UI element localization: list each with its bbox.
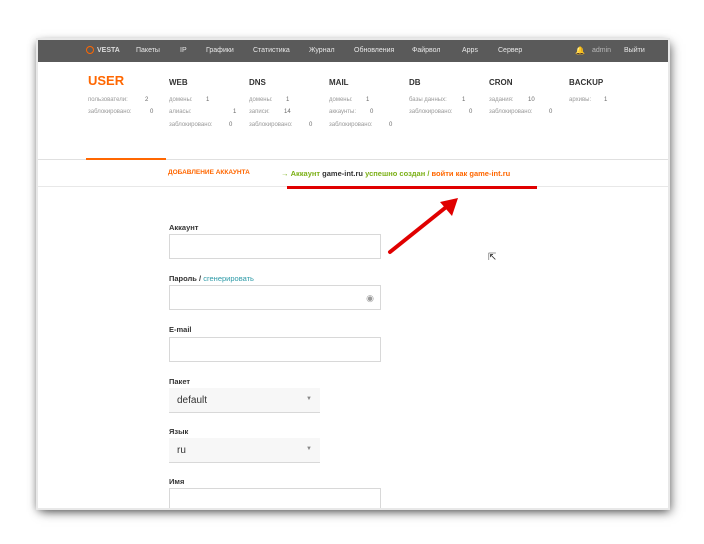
nav-packages[interactable]: Пакеты: [136, 47, 160, 54]
eye-icon[interactable]: ◉: [366, 293, 374, 304]
stat-mail-row: аккаунты: 0: [329, 109, 374, 115]
nav-graphs[interactable]: Графики: [206, 47, 234, 54]
name-label: Имя: [169, 477, 185, 486]
nav-ip[interactable]: IP: [180, 47, 187, 54]
user-name[interactable]: admin: [592, 47, 611, 54]
vesta-logo[interactable]: VESTA: [86, 46, 120, 54]
stat-cron-title[interactable]: CRON: [489, 78, 513, 87]
login-as-link[interactable]: войти как game-int.ru: [432, 169, 511, 178]
language-select[interactable]: ru ▼: [169, 438, 320, 463]
package-label: Пакет: [169, 377, 191, 386]
annotation-underline: [287, 186, 537, 189]
stat-backup-row: архивы: 1: [569, 97, 608, 103]
generate-password-link[interactable]: сгенерировать: [203, 274, 254, 283]
stat-cron-row: задания: 10: [489, 97, 535, 103]
stat-mail-title[interactable]: MAIL: [329, 78, 349, 87]
stat-dns-row: домены: 1: [249, 97, 290, 103]
name-input[interactable]: [169, 488, 381, 508]
success-message: → Аккаунт game-int.ru успешно создан / в…: [281, 169, 511, 178]
stat-dns-row: записи: 14: [249, 109, 291, 115]
stat-user-title[interactable]: USER: [88, 73, 124, 88]
language-label: Язык: [169, 427, 189, 436]
arrow-icon: →: [281, 169, 289, 178]
password-input[interactable]: ◉: [169, 285, 381, 310]
logo-text: VESTA: [97, 46, 120, 54]
email-input[interactable]: [169, 337, 381, 362]
package-select[interactable]: default ▼: [169, 388, 320, 413]
active-tab-indicator: [86, 158, 166, 160]
annotation-arrow-icon: [388, 198, 458, 254]
stat-cron-row: заблокировано: 0: [489, 109, 553, 115]
stat-web-row: заблокировано: 0: [169, 122, 233, 128]
nav-server[interactable]: Сервер: [498, 47, 522, 54]
page-title: ДОБАВЛЕНИЕ АККАУНТА: [168, 169, 250, 176]
stat-db-row: заблокировано: 0: [409, 109, 473, 115]
top-navigation: VESTA Пакеты IP Графики Статистика Журна…: [38, 40, 668, 62]
stat-mail-row: заблокировано: 0: [329, 122, 393, 128]
stat-mail-row: домены: 1: [329, 97, 370, 103]
account-name: game-int.ru: [322, 169, 364, 178]
nav-log[interactable]: Журнал: [309, 47, 335, 54]
chevron-down-icon: ▼: [306, 396, 312, 402]
nav-firewall[interactable]: Файрвол: [412, 47, 440, 54]
vesta-logo-icon: [86, 46, 94, 54]
stat-user-row: заблокировано: 0: [88, 109, 154, 115]
screenshot-frame: VESTA Пакеты IP Графики Статистика Журна…: [38, 40, 668, 508]
stat-user-row: пользователи: 2: [88, 97, 149, 103]
email-label: E-mail: [169, 325, 192, 334]
bell-icon[interactable]: 🔔: [575, 46, 585, 55]
account-label: Аккаунт: [169, 223, 199, 232]
stat-dns-row: заблокировано: 0: [249, 122, 313, 128]
password-label: Пароль / сгенерировать: [169, 274, 254, 283]
stat-web-row: алиасы: 1: [169, 109, 237, 115]
stat-db-row: базы данных: 1: [409, 97, 466, 103]
stat-db-title[interactable]: DB: [409, 78, 421, 87]
stat-backup-title[interactable]: BACKUP: [569, 78, 603, 87]
chevron-down-icon: ▼: [306, 446, 312, 452]
nav-statistics[interactable]: Статистика: [253, 47, 290, 54]
logout-link[interactable]: Выйти: [624, 47, 645, 54]
stat-dns-title[interactable]: DNS: [249, 78, 266, 87]
account-input[interactable]: [169, 234, 381, 259]
stat-web-row: домены: 1: [169, 97, 210, 103]
nav-updates[interactable]: Обновления: [354, 47, 394, 54]
stat-web-title[interactable]: WEB: [169, 78, 188, 87]
nav-apps[interactable]: Apps: [462, 47, 478, 54]
mouse-cursor-icon: ⇱: [488, 252, 497, 263]
